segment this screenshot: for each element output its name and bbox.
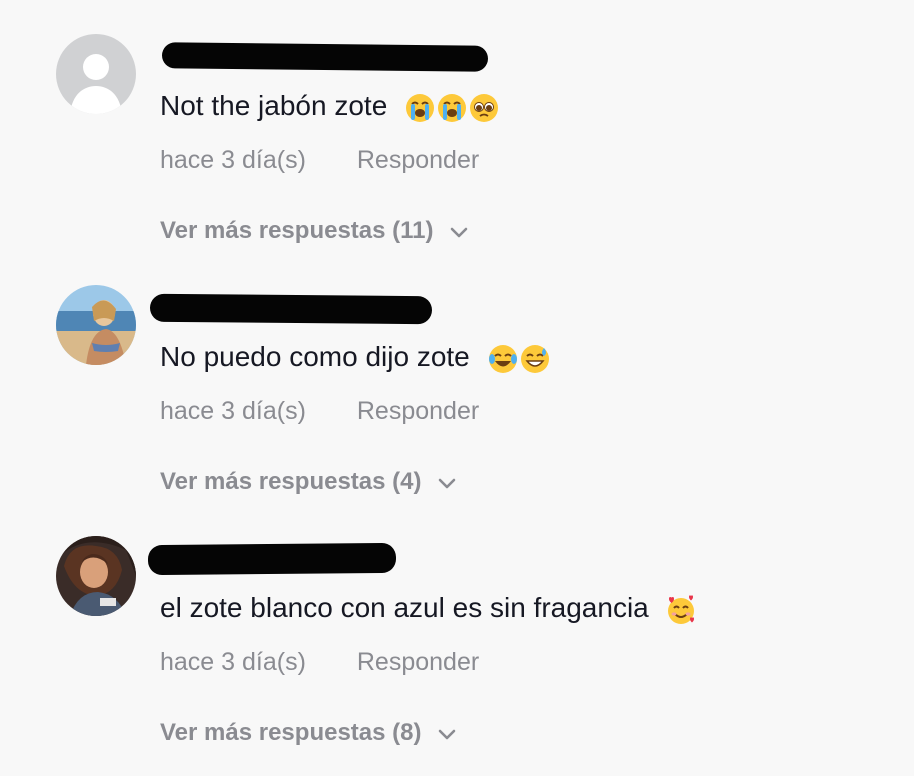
comment-text-row: el zote blanco con azul es sin fragancia [160,590,697,626]
view-more-replies-button[interactable]: Ver más respuestas (4) [160,465,456,500]
face-with-tears-of-joy-emoji-icon [488,344,518,374]
user-silhouette-icon [56,34,136,114]
pleading-face-emoji-icon [469,93,499,123]
chevron-down-icon [450,215,468,249]
smiling-face-with-hearts-emoji-icon [665,594,697,626]
reply-button[interactable]: Responder [357,648,479,676]
comment-text: Not the jabón zote [160,90,388,121]
beach-photo-avatar-icon [56,285,136,365]
redacted-username [149,293,433,325]
comment-text-row: No puedo como dijo zote [160,339,550,375]
reply-button[interactable]: Responder [357,397,479,425]
view-more-replies-label: Ver más respuestas (4) [160,468,422,495]
comment-meta: hace 3 día(s) Responder [160,144,479,176]
view-more-replies-button[interactable]: Ver más respuestas (8) [160,716,456,751]
user-avatar[interactable] [56,285,136,365]
comment-timestamp: hace 3 día(s) [160,397,306,425]
view-more-replies-label: Ver más respuestas (11) [160,217,434,244]
chevron-down-icon [438,466,456,500]
view-more-replies-label: Ver más respuestas (8) [160,719,422,746]
grinning-face-with-sweat-emoji-icon [520,344,550,374]
comment-timestamp: hace 3 día(s) [160,146,306,174]
portrait-photo-avatar-icon [56,536,136,616]
comment-text: No puedo como dijo zote [160,341,470,372]
comment-text-row: Not the jabón zote [160,88,499,124]
comment-timestamp: hace 3 día(s) [160,648,306,676]
redacted-username [161,42,489,72]
comment-item: No puedo como dijo zote hace 3 día(s) Re… [0,251,914,495]
chevron-down-icon [438,717,456,751]
loudly-crying-face-emoji-icon [437,93,467,123]
comment-text: el zote blanco con azul es sin fragancia [160,592,649,623]
comment-meta: hace 3 día(s) Responder [160,646,479,678]
default-avatar[interactable] [56,34,136,114]
comment-item: Not the jabón zote hace 3 día(s) Respond… [0,0,914,244]
view-more-replies-button[interactable]: Ver más respuestas (11) [160,214,468,249]
comment-meta: hace 3 día(s) Responder [160,395,479,427]
comment-item: el zote blanco con azul es sin fragancia… [0,502,914,746]
user-avatar[interactable] [56,536,136,616]
reply-button[interactable]: Responder [357,146,479,174]
loudly-crying-face-emoji-icon [405,93,435,123]
redacted-username [147,542,397,576]
